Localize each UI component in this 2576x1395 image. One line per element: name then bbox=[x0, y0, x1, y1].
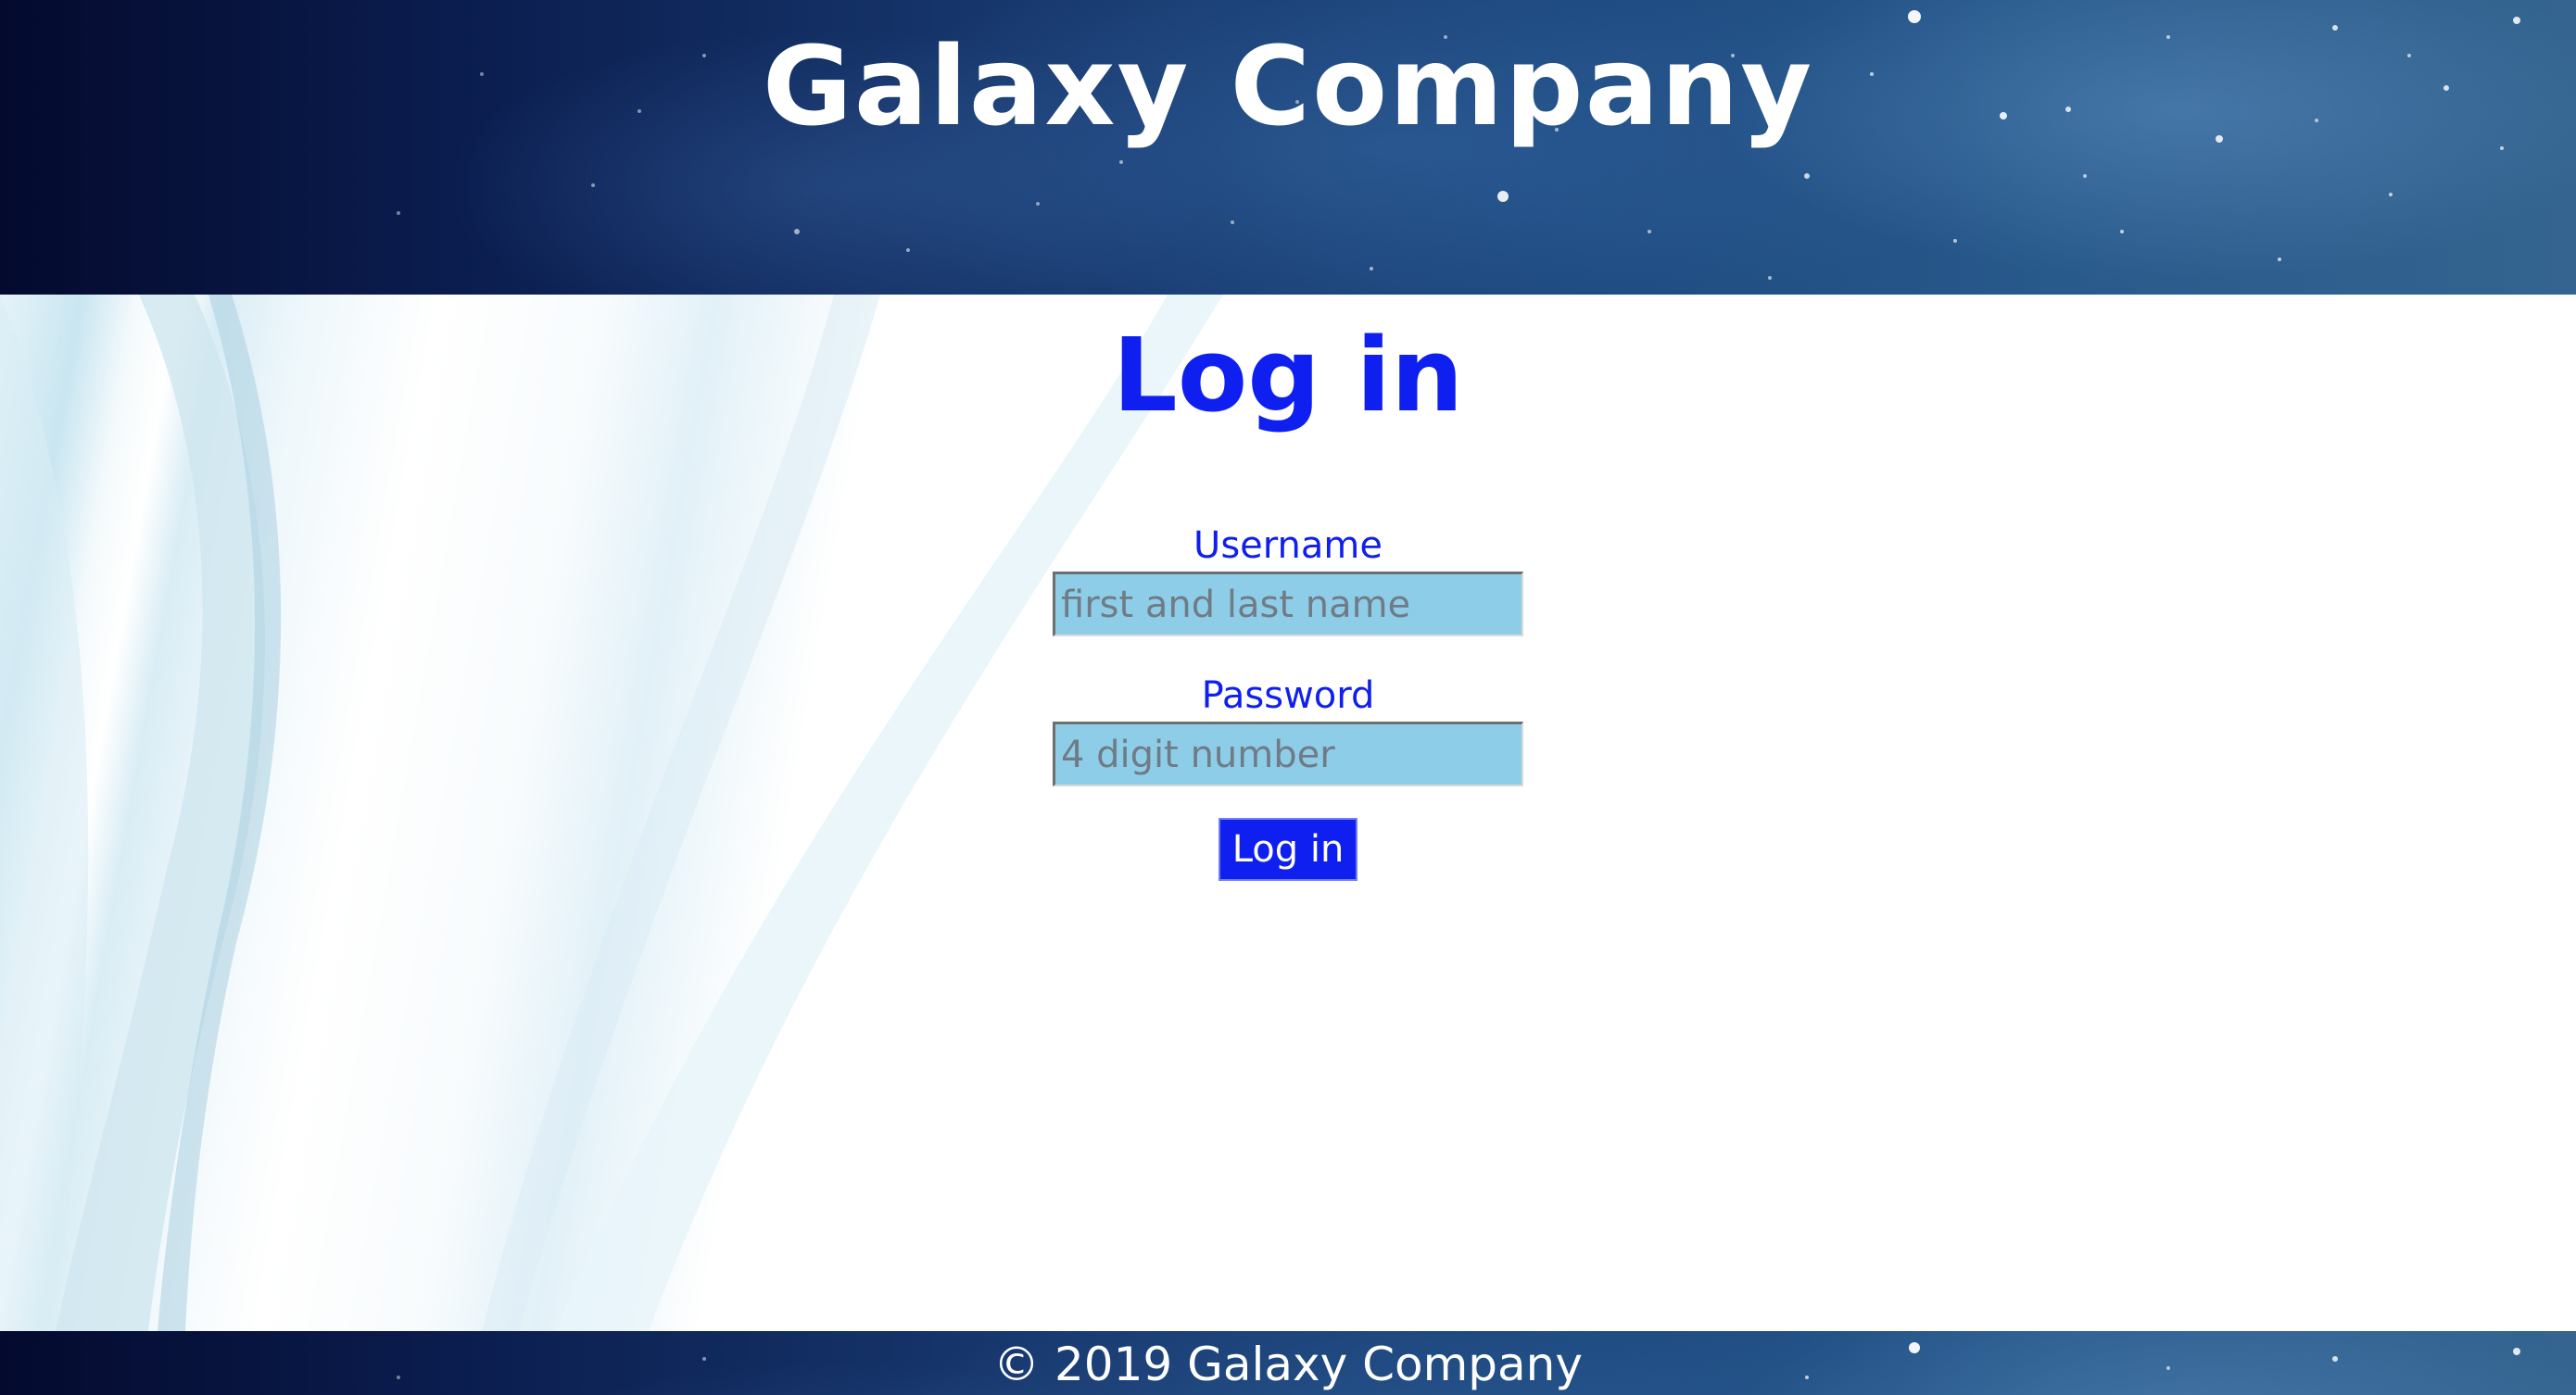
password-input[interactable] bbox=[1053, 722, 1523, 786]
site-title: Galaxy Company bbox=[762, 22, 1814, 150]
username-label: Username bbox=[1193, 524, 1383, 567]
login-page-content bbox=[0, 295, 2576, 1331]
login-heading: Log in bbox=[1112, 316, 1464, 434]
swoosh-background bbox=[0, 295, 1223, 1331]
username-input[interactable] bbox=[1053, 572, 1523, 636]
login-button[interactable]: Log in bbox=[1219, 818, 1357, 881]
password-label: Password bbox=[1201, 674, 1375, 717]
copyright-text: © 2019 Galaxy Company bbox=[993, 1338, 1583, 1391]
site-header: Galaxy Company bbox=[0, 0, 2576, 295]
